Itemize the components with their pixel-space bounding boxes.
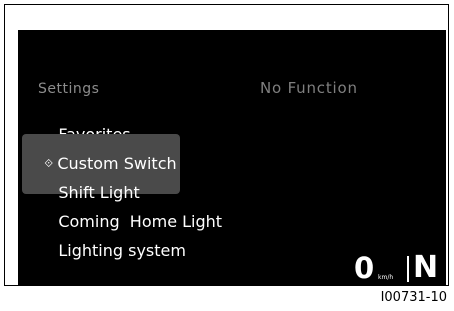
speed-value: 0 <box>354 251 375 285</box>
dashboard-display: Settings No Function Favorites ⟐Custom S… <box>18 30 446 285</box>
gear-divider <box>407 256 409 282</box>
speed-gear-readout: 0 km/h N <box>354 250 446 285</box>
menu-item-label: Lighting system <box>58 241 186 260</box>
function-status-text: No Function <box>260 79 358 97</box>
figure-id: I00731-10 <box>380 290 447 305</box>
gear-indicator: N <box>413 250 439 285</box>
menu-header: Settings <box>38 81 100 97</box>
speed-unit: km/h <box>378 274 394 281</box>
menu-item-lighting-system[interactable]: Lighting system <box>38 222 186 279</box>
